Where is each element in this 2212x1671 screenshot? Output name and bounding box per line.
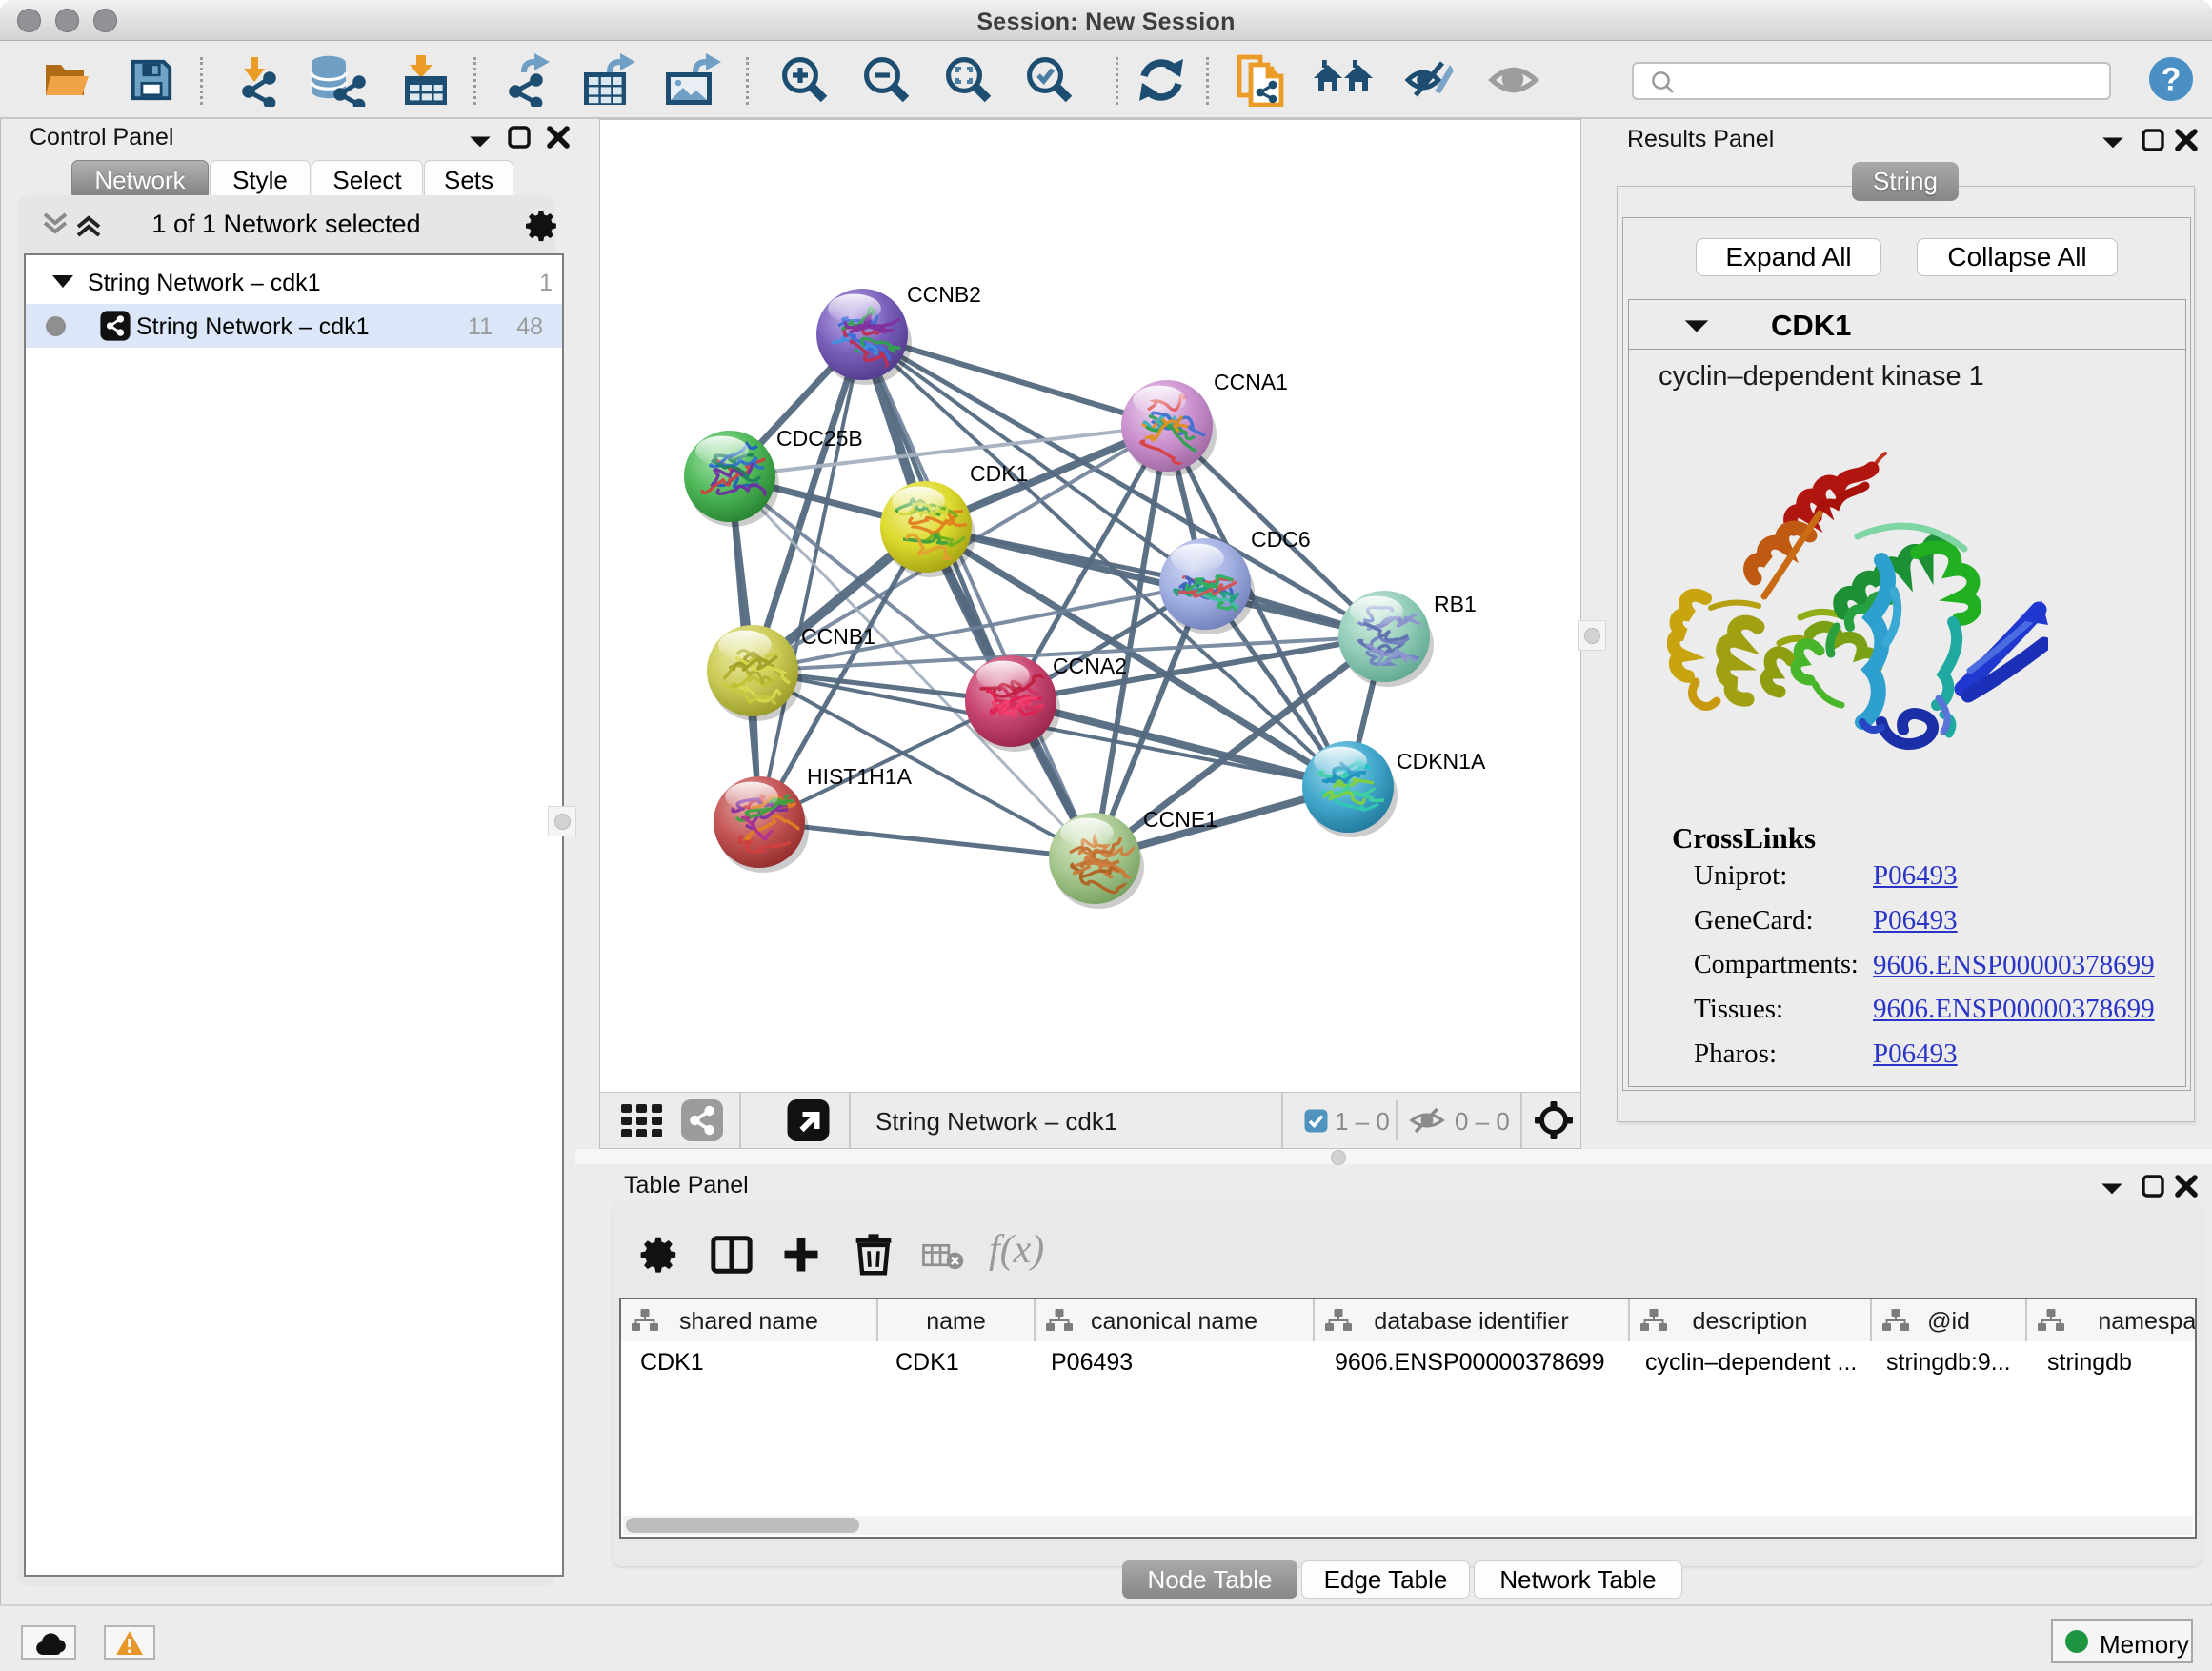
svg-text:CDKN1A: CDKN1A	[1397, 749, 1486, 774]
svg-text:CCNB1: CCNB1	[801, 624, 875, 649]
svg-text:CDK1: CDK1	[970, 461, 1028, 486]
svg-text:RB1: RB1	[1434, 592, 1477, 616]
svg-text:CCNA2: CCNA2	[1053, 654, 1127, 678]
svg-text:CDC6: CDC6	[1251, 527, 1311, 552]
svg-text:CCNA1: CCNA1	[1214, 370, 1288, 394]
svg-text:HIST1H1A: HIST1H1A	[807, 764, 913, 789]
svg-text:CDC25B: CDC25B	[776, 426, 863, 451]
svg-text:CCNB2: CCNB2	[907, 282, 981, 307]
svg-text:?: ?	[2162, 61, 2182, 97]
svg-text:CCNE1: CCNE1	[1143, 807, 1217, 832]
